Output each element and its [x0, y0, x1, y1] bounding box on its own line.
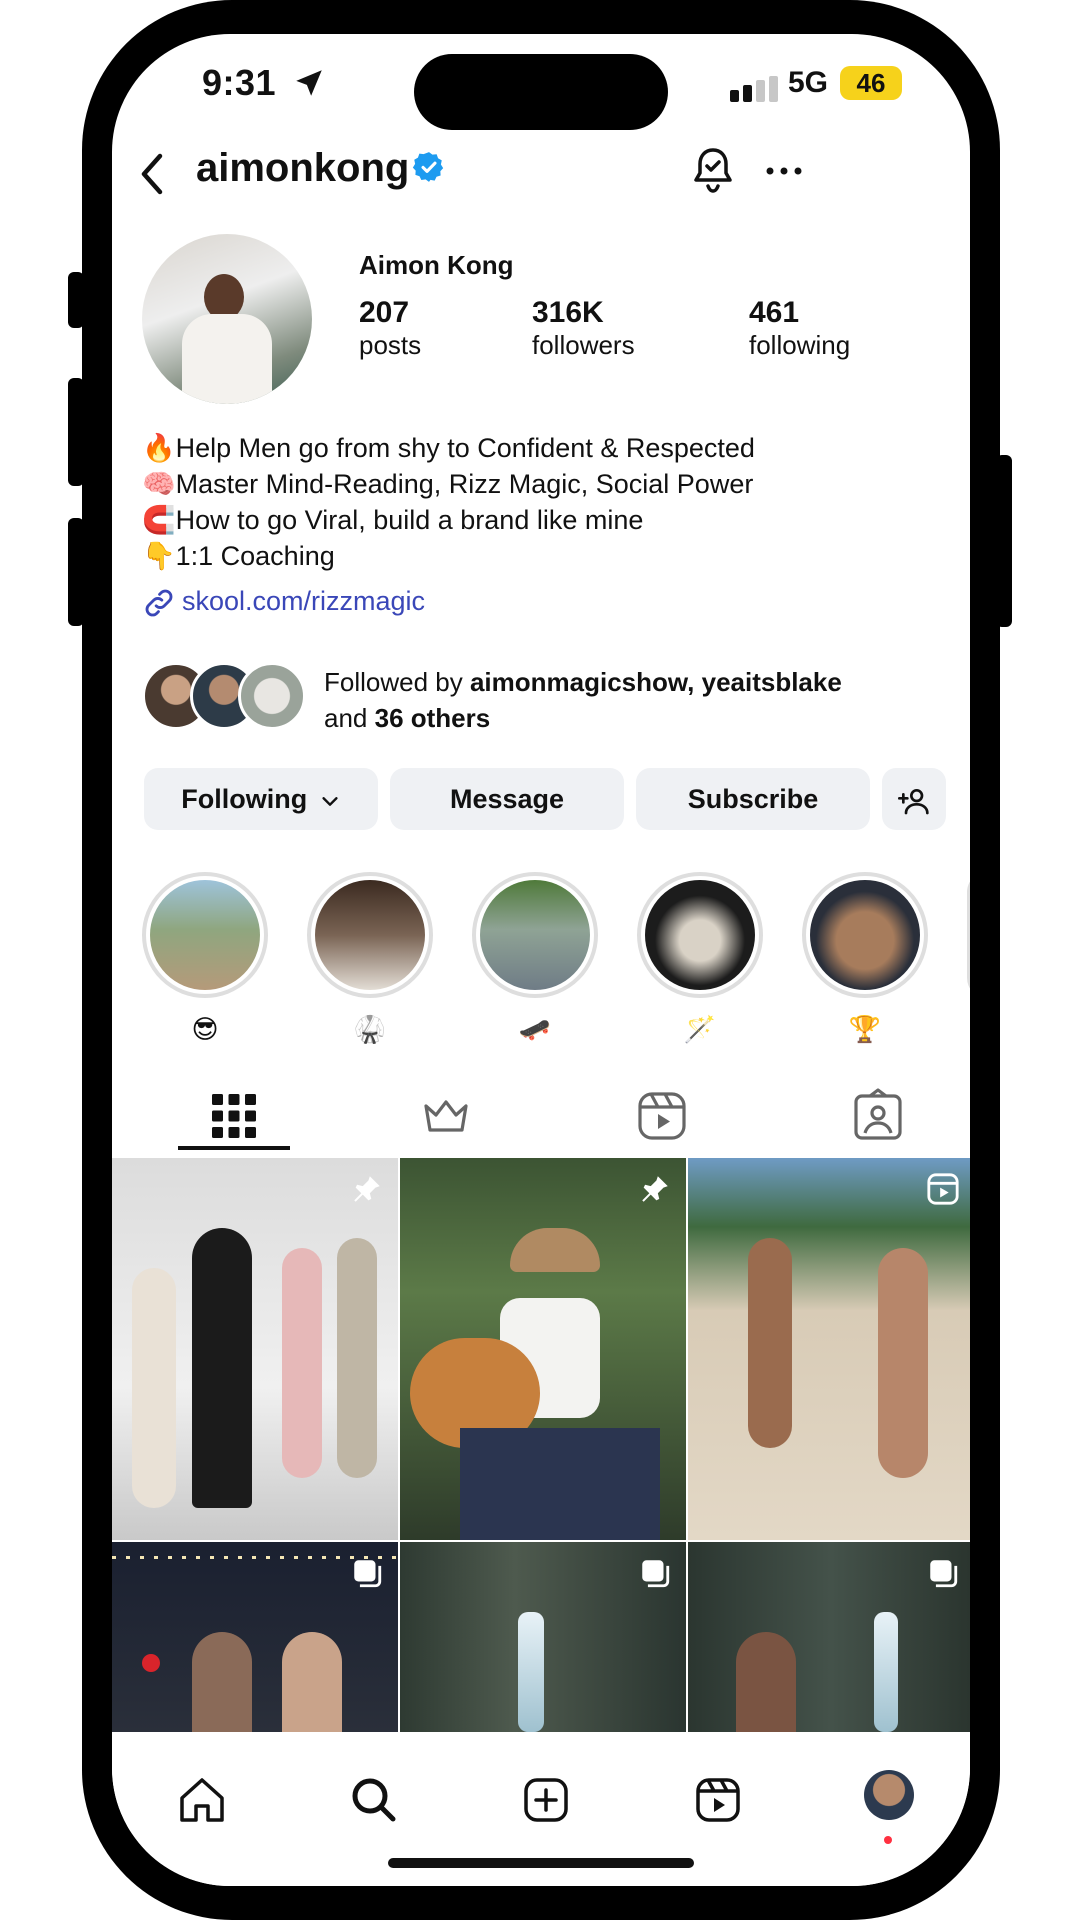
post-tile[interactable]	[112, 1542, 398, 1732]
notification-dot	[884, 1836, 892, 1844]
mutual-followers-avatars[interactable]	[142, 662, 307, 730]
followed-by-others: 36 others	[374, 703, 491, 733]
highlight-label: 🏆	[848, 1014, 882, 1044]
followed-by-and: and	[324, 703, 375, 733]
followed-by-text[interactable]: Followed by aimonmagicshow, yeaitsblake …	[324, 664, 842, 736]
status-time: 9:31	[202, 62, 277, 103]
mutual-avatar	[238, 662, 306, 730]
following-button[interactable]: Following	[144, 768, 378, 830]
post-tile[interactable]	[688, 1542, 970, 1732]
story-highlight[interactable]	[802, 872, 928, 998]
dynamic-island	[414, 54, 668, 130]
create-post-icon[interactable]	[518, 1772, 574, 1828]
highlight-cover	[810, 880, 920, 990]
pinned-icon	[354, 1176, 380, 1202]
active-tab-underline	[178, 1146, 290, 1150]
stat-posts-label: posts	[359, 330, 422, 360]
reel-badge-icon	[927, 1173, 959, 1205]
post-tile[interactable]	[400, 1158, 686, 1540]
grid-posts-tab-icon[interactable]	[204, 1086, 264, 1146]
location-arrow-icon	[296, 70, 322, 96]
bio-line: 👇1:1 Coaching	[142, 541, 335, 571]
carousel-icon	[354, 1560, 382, 1588]
highlight-label: 🥋	[353, 1014, 387, 1044]
crown-subscriber-tab-icon[interactable]	[416, 1086, 476, 1146]
post-tile[interactable]	[688, 1158, 970, 1540]
carousel-icon	[930, 1560, 958, 1588]
story-highlight[interactable]	[307, 872, 433, 998]
back-arrow-icon[interactable]	[134, 144, 170, 204]
pinned-icon	[642, 1176, 668, 1202]
bio-line: 🧠Master Mind-Reading, Rizz Magic, Social…	[142, 469, 754, 499]
post-tile[interactable]	[400, 1542, 686, 1732]
profile-full-name: Aimon Kong	[359, 250, 514, 280]
message-button[interactable]: Message	[390, 768, 624, 830]
link-icon	[145, 589, 173, 617]
suggested-accounts-button[interactable]	[882, 768, 946, 830]
more-dots-icon[interactable]	[764, 164, 804, 178]
story-highlight-partial	[967, 872, 970, 998]
reels-nav-icon[interactable]	[690, 1772, 746, 1828]
profile-bio: 🔥Help Men go from shy to Confident & Res…	[142, 430, 755, 574]
story-highlight[interactable]	[637, 872, 763, 998]
highlight-label: 🛹	[518, 1014, 552, 1044]
post-tile[interactable]	[112, 1158, 398, 1540]
stat-following[interactable]: 461 following	[749, 296, 850, 361]
profile-username: aimonkong	[196, 146, 410, 190]
profile-nav-avatar[interactable]	[864, 1770, 914, 1820]
home-indicator[interactable]	[388, 1858, 694, 1868]
story-highlight[interactable]	[142, 872, 268, 998]
bio-link[interactable]: skool.com/rizzmagic	[142, 586, 425, 620]
volume-down-button	[68, 518, 84, 626]
stat-following-value: 461	[749, 296, 800, 329]
highlight-cover	[150, 880, 260, 990]
stat-followers-value: 316K	[532, 296, 604, 329]
battery-indicator: 46	[840, 66, 902, 100]
carousel-icon	[642, 1560, 670, 1588]
notification-bell-icon[interactable]	[690, 144, 736, 196]
network-label: 5G	[788, 66, 829, 99]
following-button-label: Following	[181, 784, 308, 814]
bio-line: 🔥Help Men go from shy to Confident & Res…	[142, 433, 755, 463]
bio-line: 🧲How to go Viral, build a brand like min…	[142, 505, 644, 535]
stat-posts-value: 207	[359, 296, 410, 329]
mute-switch	[68, 272, 84, 328]
verified-badge-icon	[412, 152, 444, 182]
highlight-label: 😎	[191, 1014, 219, 1044]
home-icon[interactable]	[174, 1772, 230, 1828]
highlight-cover	[315, 880, 425, 990]
search-icon[interactable]	[346, 1772, 402, 1828]
stat-posts[interactable]: 207 posts	[359, 296, 421, 361]
highlight-cover	[480, 880, 590, 990]
stat-followers-label: followers	[532, 330, 635, 360]
story-highlight[interactable]	[472, 872, 598, 998]
highlight-cover	[645, 880, 755, 990]
profile-avatar[interactable]	[142, 234, 312, 404]
add-person-icon	[898, 788, 929, 815]
stat-following-label: following	[749, 330, 851, 360]
highlight-label: 🪄	[683, 1014, 717, 1044]
tagged-tab-icon[interactable]	[848, 1086, 908, 1146]
chevron-down-icon	[322, 796, 338, 806]
power-button	[996, 455, 1012, 627]
signal-icon	[730, 76, 778, 102]
followed-by-prefix: Followed by	[324, 667, 470, 697]
reels-tab-icon[interactable]	[632, 1086, 692, 1146]
followed-by-names: aimonmagicshow, yeaitsblake	[469, 667, 842, 697]
stat-followers[interactable]: 316K followers	[532, 296, 635, 361]
subscribe-button[interactable]: Subscribe	[636, 768, 870, 830]
screen: 9:31 5G 46 aimonkong Aimon Kong 207 post…	[112, 34, 970, 1886]
volume-up-button	[68, 378, 84, 486]
bio-link-text: skool.com/rizzmagic	[182, 586, 426, 617]
